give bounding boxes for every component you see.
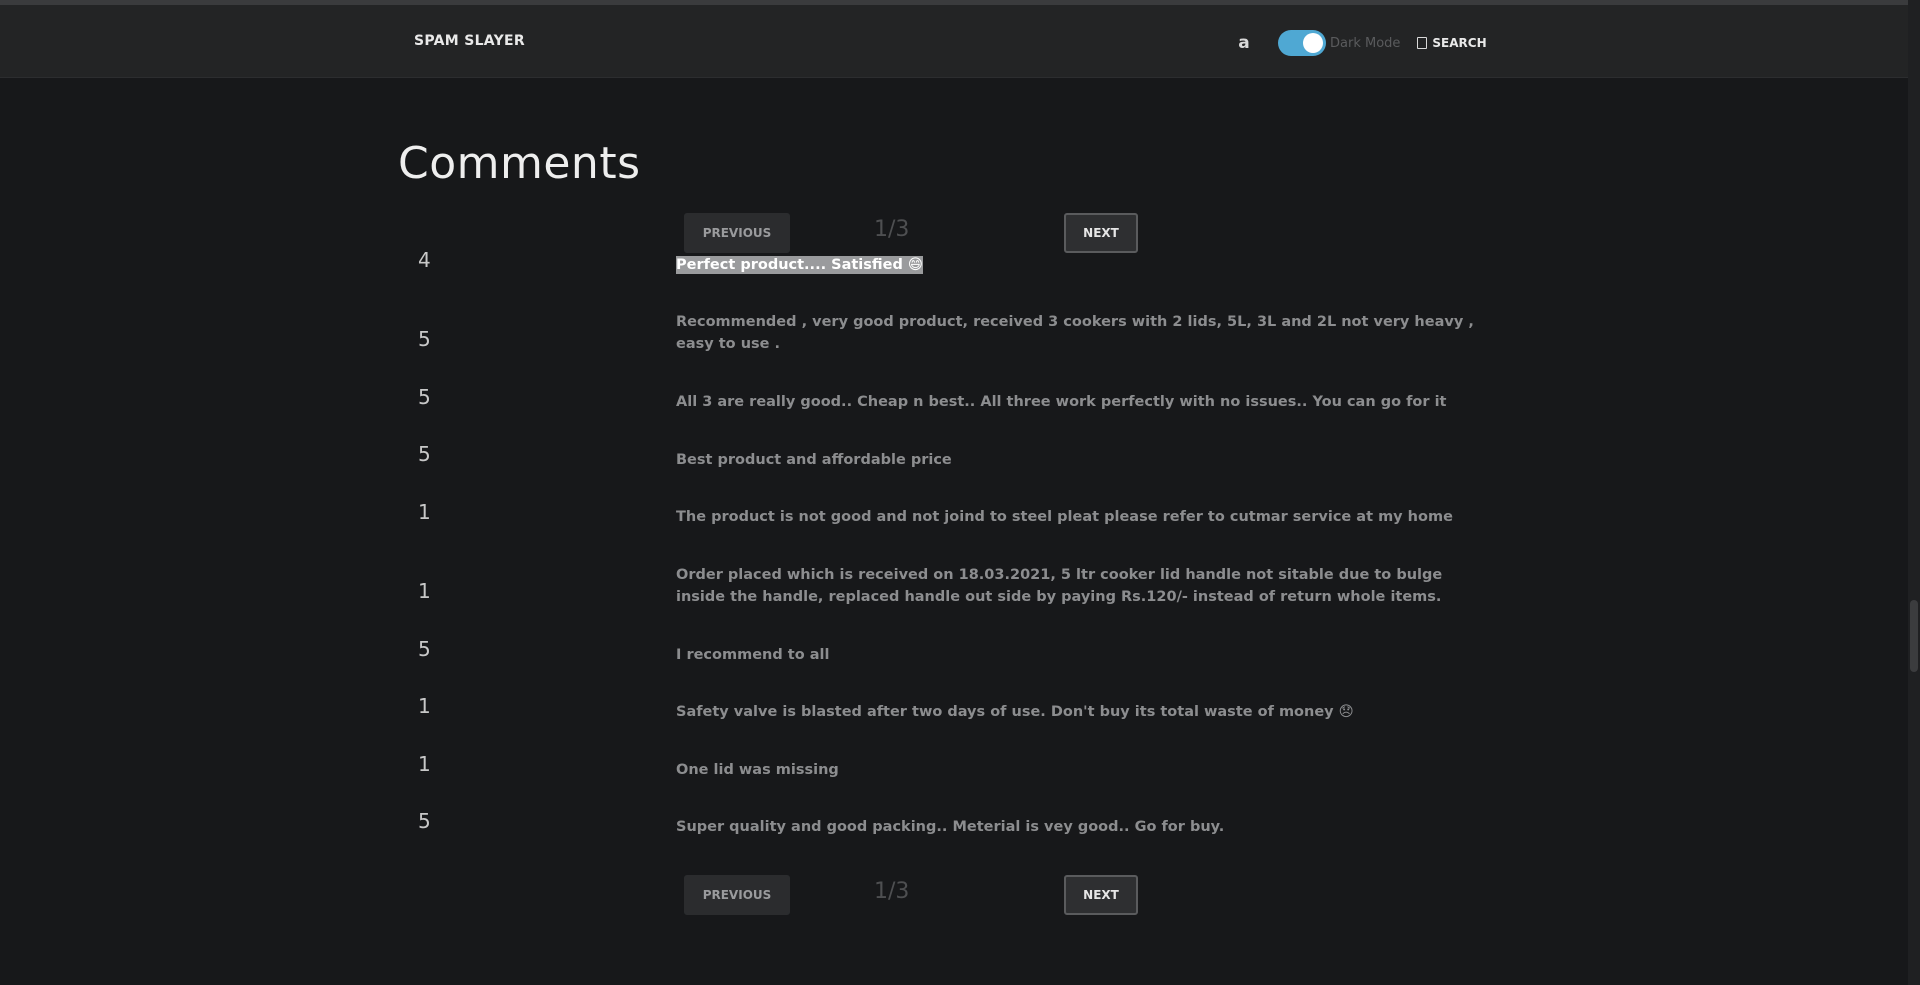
toggle-knob bbox=[1303, 33, 1323, 53]
comment-rating: 5 bbox=[418, 809, 431, 833]
comment-rating: 5 bbox=[418, 637, 431, 661]
comment-text: Order placed which is received on 18.03.… bbox=[676, 567, 1443, 605]
comment-rating: 5 bbox=[418, 442, 431, 466]
search-link[interactable]: SEARCH bbox=[1417, 36, 1487, 50]
dark-mode-toggle[interactable] bbox=[1278, 30, 1326, 56]
navbar: SPAM SLAYER a Dark Mode SEARCH bbox=[0, 5, 1908, 78]
next-button[interactable]: NEXT bbox=[1064, 213, 1138, 253]
comment-text: The product is not good and not joind to… bbox=[676, 509, 1453, 525]
page-title: Comments bbox=[398, 138, 641, 189]
comment-text-selected: Perfect product.... Satisfied 😄 bbox=[676, 256, 924, 274]
page-indicator: 1/3 bbox=[874, 217, 910, 242]
comment-text: Recommended , very good product, receive… bbox=[676, 314, 1474, 352]
comment-rating: 5 bbox=[418, 327, 431, 351]
comment-text: Perfect product.... Satisfied 😄 bbox=[676, 254, 1496, 276]
previous-button[interactable]: PREVIOUS bbox=[684, 213, 790, 253]
nav-actions: a Dark Mode SEARCH bbox=[1232, 28, 1487, 58]
search-icon bbox=[1417, 37, 1428, 49]
comment-rating: 1 bbox=[418, 694, 431, 718]
next-button[interactable]: NEXT bbox=[1064, 875, 1138, 915]
comment-text: I recommend to all bbox=[676, 647, 830, 663]
comment-rating: 5 bbox=[418, 385, 431, 409]
amazon-icon[interactable]: a bbox=[1232, 31, 1256, 55]
scrollbar-thumb[interactable] bbox=[1910, 600, 1918, 672]
pager-bottom: PREVIOUS 1/3 NEXT bbox=[684, 875, 1138, 915]
comment-rating: 1 bbox=[418, 500, 431, 524]
pager-top: PREVIOUS 1/3 NEXT bbox=[684, 213, 1138, 253]
page-indicator: 1/3 bbox=[874, 879, 910, 904]
previous-button[interactable]: PREVIOUS bbox=[684, 875, 790, 915]
comment-rating: 1 bbox=[418, 752, 431, 776]
comment-text: One lid was missing bbox=[676, 762, 839, 778]
vertical-scrollbar[interactable] bbox=[1908, 0, 1920, 985]
search-label: SEARCH bbox=[1432, 36, 1487, 50]
dark-mode-label: Dark Mode bbox=[1330, 35, 1401, 51]
comment-text: Super quality and good packing.. Meteria… bbox=[676, 819, 1225, 835]
comment-text: All 3 are really good.. Cheap n best.. A… bbox=[676, 394, 1447, 410]
comment-text: Safety valve is blasted after two days o… bbox=[676, 704, 1354, 720]
comment-text: Best product and affordable price bbox=[676, 452, 952, 468]
brand-logo[interactable]: SPAM SLAYER bbox=[414, 33, 525, 49]
comment-rating: 1 bbox=[418, 579, 431, 603]
comment-rating: 4 bbox=[418, 248, 431, 272]
